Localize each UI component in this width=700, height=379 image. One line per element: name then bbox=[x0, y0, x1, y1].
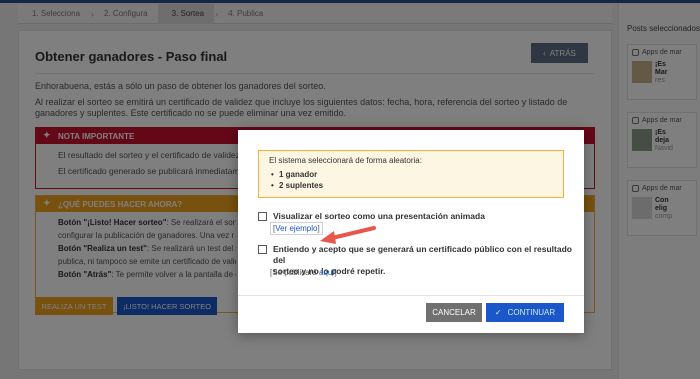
continue-button-label: CONTINUAR bbox=[507, 308, 556, 317]
continue-button[interactable]: ✓ CONTINUAR bbox=[486, 303, 564, 322]
dialog-divider bbox=[238, 295, 584, 296]
accept-certificate-checkbox[interactable] bbox=[258, 245, 267, 254]
publish-prefix: Se publicará bbox=[272, 268, 317, 277]
selection-info-box: El sistema seleccionará de forma aleator… bbox=[258, 150, 564, 198]
confirm-draw-dialog: El sistema seleccionará de forma aleator… bbox=[238, 130, 584, 333]
selection-info-list: 1 ganador 2 suplentes bbox=[269, 169, 553, 191]
list-item: 1 ganador bbox=[269, 169, 553, 180]
selection-info-lead: El sistema seleccionará de forma aleator… bbox=[269, 156, 422, 165]
animated-presentation-label[interactable]: Visualizar el sorteo como una presentaci… bbox=[273, 211, 485, 222]
view-example-link[interactable]: Ver ejemplo bbox=[275, 224, 317, 233]
publish-here-link[interactable]: aquí bbox=[319, 268, 335, 277]
cancel-button[interactable]: CANCELAR bbox=[426, 303, 482, 322]
animated-presentation-option: Visualizar el sorteo como una presentaci… bbox=[258, 211, 485, 222]
list-item: 2 suplentes bbox=[269, 180, 553, 191]
animated-presentation-checkbox[interactable] bbox=[258, 212, 267, 221]
check-icon: ✓ bbox=[494, 308, 502, 317]
example-link-box: [Ver ejemplo] bbox=[270, 222, 323, 235]
annotation-arrow-icon bbox=[320, 226, 376, 244]
publish-link-line: [Se publicará aquí] bbox=[270, 268, 337, 277]
example-link-line: [Ver ejemplo] bbox=[270, 222, 323, 235]
